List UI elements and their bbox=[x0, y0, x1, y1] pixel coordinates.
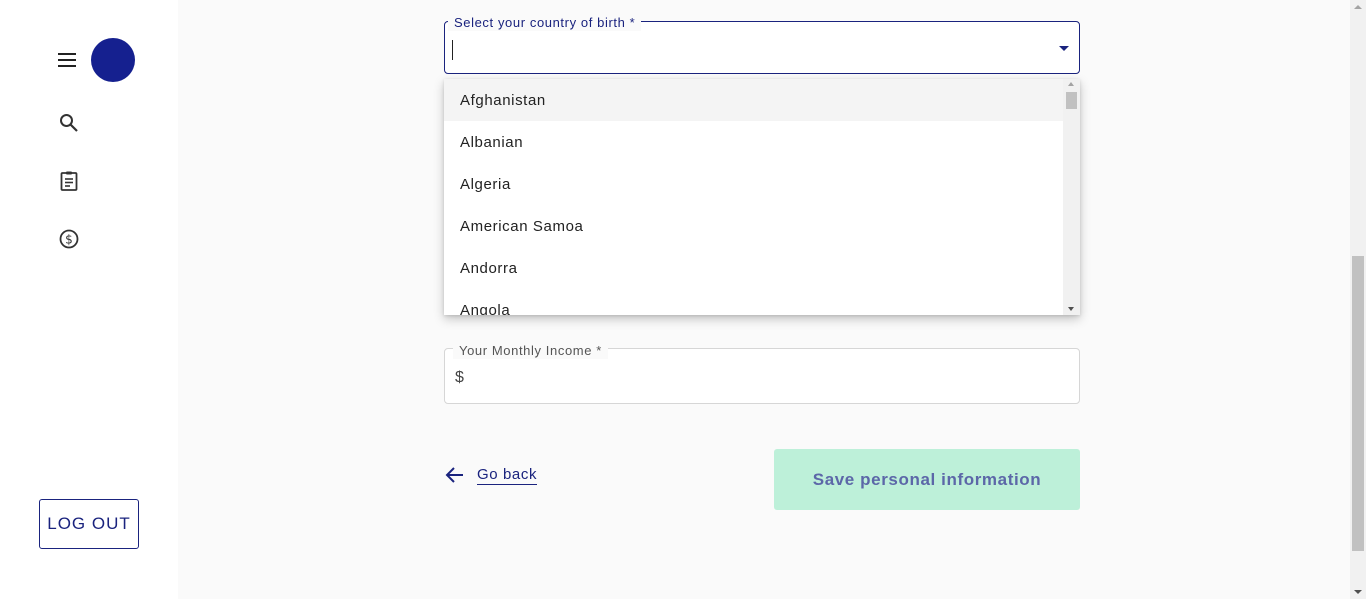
country-search-input[interactable] bbox=[452, 40, 1042, 60]
country-option[interactable]: Albanian bbox=[444, 121, 1063, 163]
scroll-down-icon[interactable] bbox=[1068, 307, 1074, 311]
country-option[interactable]: Andorra bbox=[444, 247, 1063, 289]
dropdown-scroll-thumb[interactable] bbox=[1066, 92, 1077, 109]
country-option[interactable]: Algeria bbox=[444, 163, 1063, 205]
logout-button[interactable]: LOG OUT bbox=[39, 499, 139, 549]
scroll-up-icon[interactable] bbox=[1354, 5, 1362, 9]
monthly-income-label: Your Monthly Income * bbox=[453, 343, 608, 359]
svg-text:$: $ bbox=[65, 233, 73, 247]
scroll-down-icon[interactable] bbox=[1354, 590, 1362, 594]
clipboard-icon[interactable] bbox=[57, 169, 81, 193]
dollar-circle-icon[interactable]: $ bbox=[57, 227, 81, 251]
arrow-left-icon bbox=[445, 467, 463, 483]
save-personal-information-button[interactable]: Save personal information bbox=[774, 449, 1080, 510]
page-scroll-thumb[interactable] bbox=[1352, 256, 1364, 551]
country-option[interactable]: American Samoa bbox=[444, 205, 1063, 247]
dropdown-scrollbar[interactable] bbox=[1063, 79, 1080, 315]
caret-down-icon[interactable] bbox=[1059, 46, 1069, 51]
country-option[interactable]: Angola bbox=[444, 289, 1063, 316]
country-dropdown: Afghanistan Albanian Algeria American Sa… bbox=[444, 79, 1080, 315]
hamburger-menu-icon[interactable] bbox=[56, 50, 78, 70]
currency-prefix: $ bbox=[455, 369, 464, 386]
page-scrollbar[interactable] bbox=[1350, 0, 1366, 599]
scroll-up-icon[interactable] bbox=[1068, 82, 1074, 86]
avatar[interactable] bbox=[91, 38, 135, 82]
country-option[interactable]: Afghanistan bbox=[444, 79, 1063, 121]
go-back-label: Go back bbox=[477, 465, 538, 485]
monthly-income-input[interactable] bbox=[470, 366, 1060, 390]
search-icon[interactable] bbox=[57, 111, 81, 135]
country-select-label: Select your country of birth * bbox=[448, 15, 642, 31]
sidebar: $ LOG OUT bbox=[0, 0, 178, 599]
go-back-link[interactable]: Go back bbox=[445, 462, 538, 488]
